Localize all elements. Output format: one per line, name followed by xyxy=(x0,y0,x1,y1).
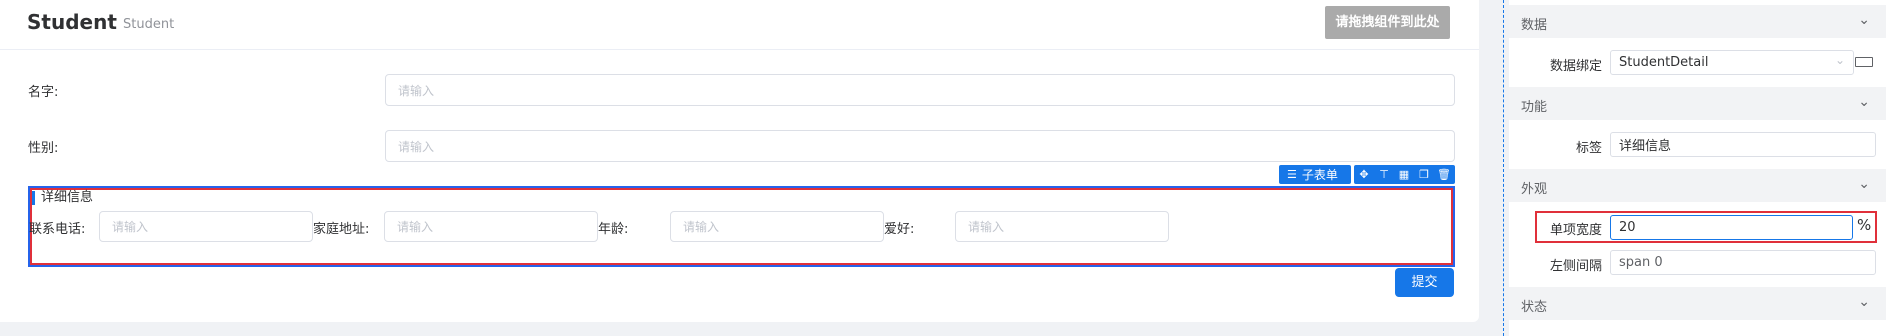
subform-type-badge[interactable]: ☰ 子表单 xyxy=(1279,165,1351,184)
select-parent-icon[interactable]: ⊤ xyxy=(1374,168,1394,181)
delete-icon[interactable]: 🗑 xyxy=(1434,168,1454,181)
data-binding-select[interactable]: StudentDetail ⌄ xyxy=(1610,50,1854,75)
left-gap-input[interactable]: span 0 xyxy=(1610,250,1876,275)
hobby-input[interactable]: 请输入 xyxy=(955,211,1169,242)
tag-value: 详细信息 xyxy=(1619,139,1672,154)
left-gap-placeholder: span 0 xyxy=(1619,255,1663,270)
chevron-down-icon: ⌄ xyxy=(1858,94,1870,110)
item-width-value: 20 xyxy=(1619,220,1636,235)
data-binding-label: 数据绑定 xyxy=(1549,59,1602,74)
table-icon[interactable]: ▦ xyxy=(1394,168,1414,181)
section-function-header[interactable]: 功能 ⌄ xyxy=(1509,87,1886,120)
hobby-placeholder: 请输入 xyxy=(968,220,1005,234)
form-header: Student Student 请拖拽组件到此处 xyxy=(0,0,1479,50)
section-appearance-header[interactable]: 外观 ⌄ xyxy=(1509,169,1886,202)
chevron-down-icon: ⌄ xyxy=(1834,53,1845,67)
tag-input[interactable]: 详细信息 xyxy=(1610,132,1876,157)
input-box-icon[interactable] xyxy=(1855,57,1873,67)
name-placeholder: 请输入 xyxy=(398,83,435,98)
item-width-label: 单项宽度 xyxy=(1549,223,1602,238)
section-appearance-title: 外观 xyxy=(1521,182,1548,197)
gender-input[interactable]: 请输入 xyxy=(385,130,1455,162)
age-input[interactable]: 请输入 xyxy=(670,211,884,242)
item-width-unit: % xyxy=(1857,216,1872,234)
section-status-header[interactable]: 状态 ⌄ xyxy=(1509,287,1886,320)
chevron-down-icon: ⌄ xyxy=(1858,294,1870,310)
form-title: Student xyxy=(27,10,117,34)
data-binding-value: StudentDetail xyxy=(1619,55,1709,70)
chevron-down-icon: ⌄ xyxy=(1858,12,1870,28)
left-gap-label: 左侧间隔 xyxy=(1549,259,1602,274)
copy-icon[interactable]: ❐ xyxy=(1414,168,1434,181)
drop-component-button[interactable]: 请拖拽组件到此处 xyxy=(1325,6,1450,39)
subform-title: 详细信息 xyxy=(32,191,93,205)
hobby-label: 爱好: xyxy=(884,222,915,237)
chevron-down-icon: ⌄ xyxy=(1858,176,1870,192)
address-placeholder: 请输入 xyxy=(397,220,434,234)
subform-actions: ✥ ⊤ ▦ ❐ 🗑 xyxy=(1354,165,1455,184)
tag-label: 标签 xyxy=(1575,141,1602,156)
align-left-icon: ☰ xyxy=(1287,168,1297,181)
subform-type-label: 子表单 xyxy=(1301,168,1338,182)
item-width-input[interactable]: 20 xyxy=(1610,215,1853,240)
address-input[interactable]: 请输入 xyxy=(384,211,598,242)
gender-placeholder: 请输入 xyxy=(398,139,435,154)
section-data-title: 数据 xyxy=(1521,18,1548,33)
phone-input[interactable]: 请输入 xyxy=(99,211,313,242)
age-placeholder: 请输入 xyxy=(683,220,720,234)
gender-label: 性别: xyxy=(28,141,59,156)
age-label: 年龄: xyxy=(598,222,629,237)
section-data-header[interactable]: 数据 ⌄ xyxy=(1509,5,1886,38)
address-label: 家庭地址: xyxy=(313,222,370,237)
section-status-title: 状态 xyxy=(1521,300,1548,315)
panel-divider xyxy=(1503,0,1504,336)
form-subtitle: Student xyxy=(123,17,175,32)
section-function-title: 功能 xyxy=(1521,100,1548,115)
phone-placeholder: 请输入 xyxy=(112,220,149,234)
name-input[interactable]: 请输入 xyxy=(385,74,1455,106)
submit-button[interactable]: 提交 xyxy=(1395,268,1454,297)
phone-label: 联系电话: xyxy=(29,222,86,237)
name-label: 名字: xyxy=(28,85,59,100)
move-icon[interactable]: ✥ xyxy=(1354,168,1374,181)
